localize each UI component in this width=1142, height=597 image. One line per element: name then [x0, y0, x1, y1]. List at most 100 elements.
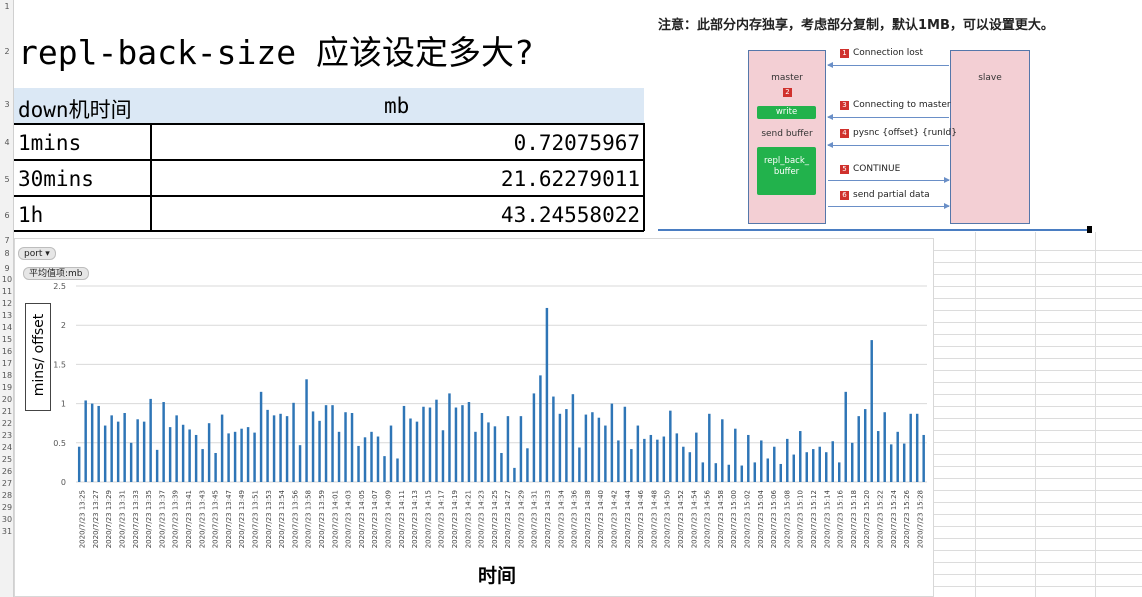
x-tick-label: 2020/7/23 14:25 [491, 490, 499, 548]
y-tick-label: 0 [61, 478, 66, 487]
chart-bar [103, 425, 107, 482]
chart-bar [155, 449, 159, 482]
x-tick-label: 2020/7/23 14:42 [611, 490, 619, 548]
y-tick-label: 2 [61, 321, 66, 330]
chart-bar [331, 405, 334, 482]
x-tick-label: 2020/7/23 13:56 [291, 489, 299, 548]
y-tick-label: 1.5 [53, 360, 66, 369]
chart-bar [383, 456, 386, 482]
chart-bar [584, 414, 588, 482]
chart-bar [889, 444, 893, 482]
chart-bar [285, 416, 289, 482]
chart-bar [240, 428, 243, 482]
chart-bar [883, 412, 886, 482]
x-tick-label: 2020/7/23 13:54 [278, 489, 286, 548]
chart-bar [116, 421, 120, 482]
chart-bar [136, 419, 139, 482]
x-tick-label: 2020/7/23 14:40 [597, 490, 605, 548]
chart-bar [149, 398, 152, 482]
chart-bar [415, 421, 419, 482]
chart-bar [409, 418, 412, 482]
chart-bar [688, 452, 692, 482]
chart-bar [259, 391, 263, 482]
chart-bar [532, 393, 536, 482]
x-tick-label: 2020/7/23 15:24 [890, 489, 898, 548]
chart-bar [474, 431, 477, 482]
chart-bar [760, 440, 763, 482]
chart-bar [701, 462, 705, 482]
chart-bar [266, 409, 269, 482]
x-tick-label: 2020/7/23 14:31 [531, 490, 539, 548]
x-tick-label: 2020/7/23 14:17 [438, 490, 446, 548]
chart-bar [337, 431, 341, 482]
x-tick-label: 2020/7/23 15:14 [823, 489, 831, 548]
chart-bar [565, 409, 568, 482]
chart-bar [461, 405, 464, 482]
x-tick-label: 2020/7/23 15:26 [903, 489, 911, 548]
chart-bar [194, 434, 198, 482]
chart-bar [799, 431, 802, 482]
x-tick-label: 2020/7/23 14:09 [384, 490, 392, 548]
x-tick-label: 2020/7/23 15:06 [770, 489, 778, 548]
x-tick-label: 2020/7/23 13:37 [158, 490, 166, 548]
chart-bar [805, 452, 808, 482]
chart-bar [279, 413, 282, 482]
chart-bar [682, 446, 685, 482]
chart-bar [370, 431, 373, 482]
chart-bar [753, 462, 757, 482]
chart-bar [350, 413, 354, 482]
chart-bar [402, 405, 406, 482]
x-tick-label: 2020/7/23 13:33 [132, 490, 140, 548]
chart-bar [721, 419, 724, 482]
x-tick-label: 2020/7/23 13:45 [212, 490, 220, 548]
chart-bar [922, 434, 925, 482]
chart-bar [168, 427, 172, 482]
chart-bar [779, 463, 783, 482]
x-tick-label: 2020/7/23 14:52 [677, 490, 685, 548]
chart-bar [708, 413, 711, 482]
x-tick-label: 2020/7/23 14:19 [451, 490, 459, 548]
chart-bar [727, 464, 731, 482]
chart-bar [123, 413, 126, 482]
chart-bar [643, 438, 646, 482]
chart-bar [110, 415, 113, 482]
x-tick-label: 2020/7/23 15:08 [783, 490, 791, 548]
chart-bar [448, 393, 451, 482]
x-tick-label: 2020/7/23 14:23 [478, 490, 486, 548]
chart-bar [435, 399, 438, 482]
x-tick-label: 2020/7/23 14:34 [557, 489, 565, 548]
chart-bar [617, 440, 620, 482]
chart-bar [786, 438, 789, 482]
chart-bar [357, 445, 360, 482]
y-axis-title: mins/ offset [31, 313, 47, 397]
chart-bar [233, 431, 237, 482]
chart-bar [500, 452, 503, 482]
x-tick-label: 2020/7/23 13:29 [105, 490, 113, 548]
chart-bar [630, 449, 633, 482]
x-tick-label: 2020/7/23 14:54 [690, 489, 698, 548]
chart-bar [597, 417, 601, 482]
chart-bar [552, 396, 555, 482]
x-tick-label: 2020/7/23 14:44 [624, 489, 632, 548]
chart-bar [870, 340, 873, 482]
chart-bar [863, 409, 867, 482]
chart-bar [844, 391, 847, 482]
x-tick-label: 2020/7/23 14:01 [331, 490, 339, 548]
x-tick-label: 2020/7/23 15:28 [916, 490, 924, 548]
x-tick-label: 2020/7/23 15:00 [730, 490, 738, 548]
chart-bar [610, 403, 614, 482]
x-tick-label: 2020/7/23 15:18 [850, 490, 858, 548]
x-tick-label: 2020/7/23 13:58 [305, 490, 313, 548]
chart-bar [714, 463, 718, 482]
chart-bar [311, 411, 315, 482]
x-tick-label: 2020/7/23 14:13 [411, 490, 419, 548]
chart-bar [272, 415, 276, 482]
x-tick-label: 2020/7/23 14:46 [637, 489, 645, 548]
x-tick-label: 2020/7/23 13:59 [318, 490, 326, 548]
chart-bar [376, 436, 380, 482]
chart-bar [220, 414, 224, 482]
chart-bar [188, 429, 191, 482]
x-tick-label: 2020/7/23 14:07 [371, 490, 379, 548]
chart-bar [675, 433, 679, 482]
chart-bar [253, 432, 256, 482]
